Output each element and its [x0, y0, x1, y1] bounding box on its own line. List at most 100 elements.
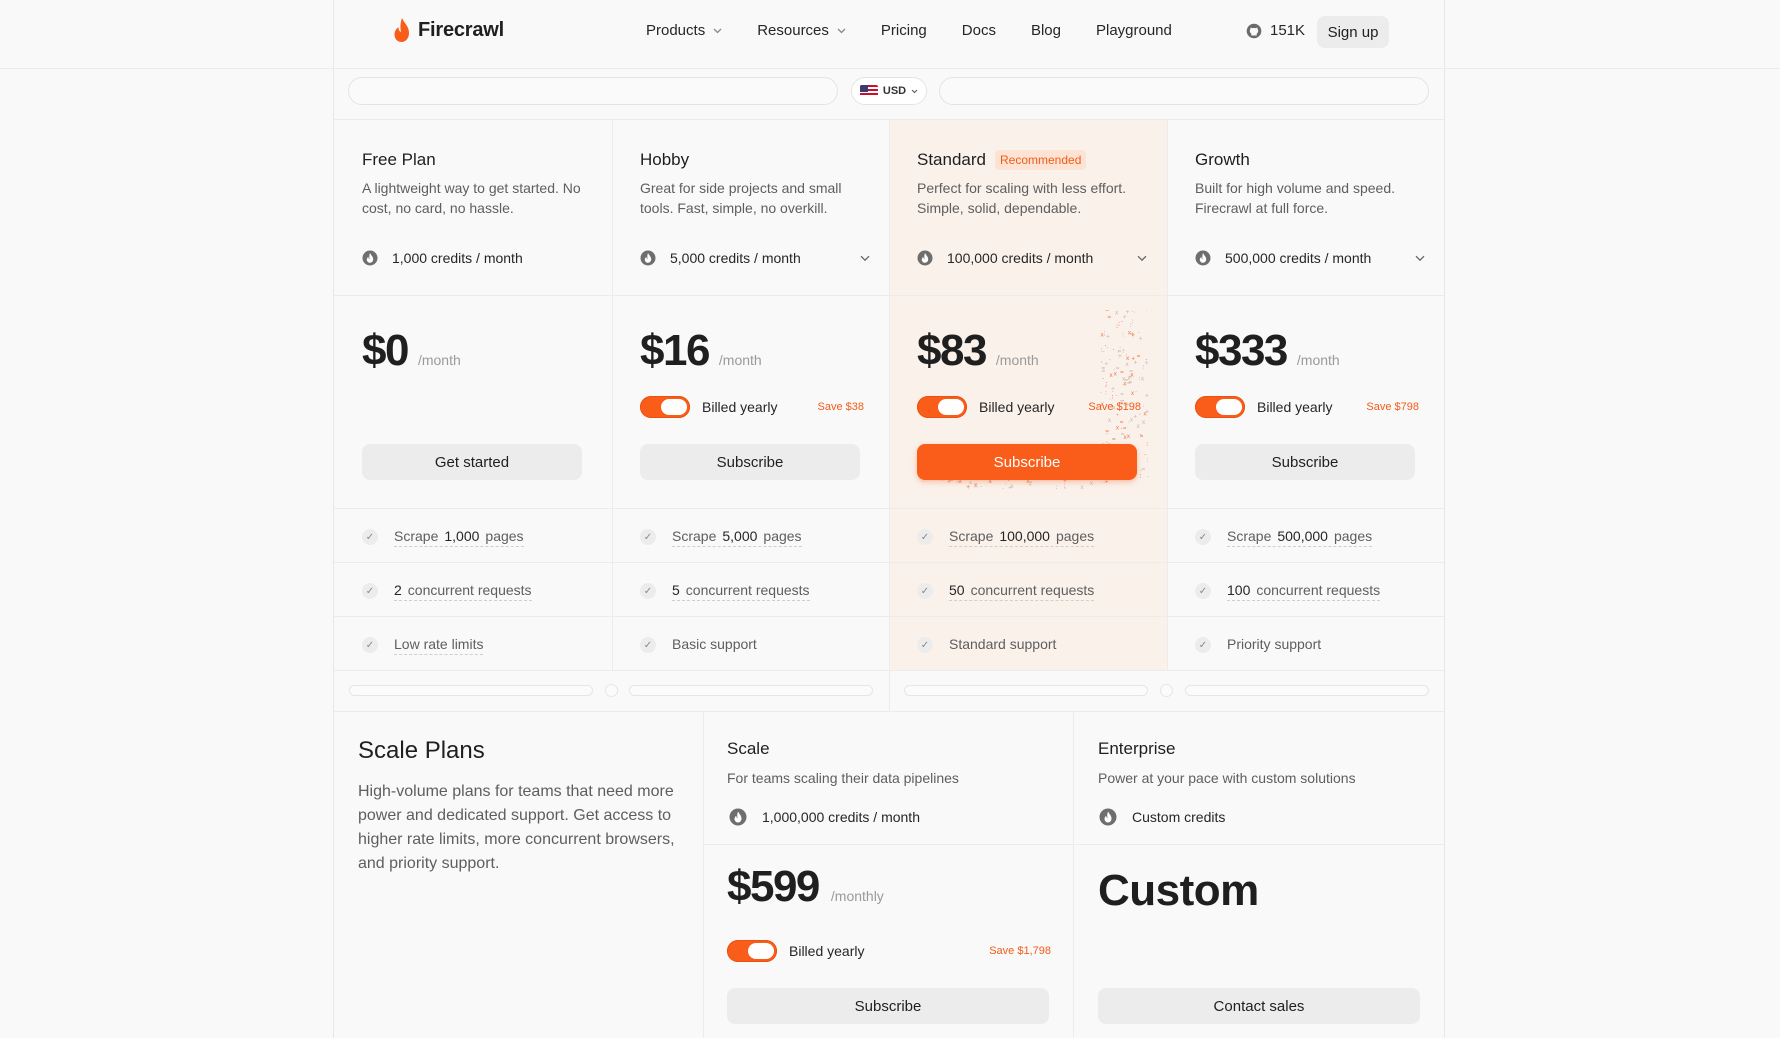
ascii-glyph: + [1123, 314, 1127, 321]
nav-resources[interactable]: Resources [757, 22, 846, 39]
check-icon: ✓ [1195, 529, 1211, 545]
credits-selector[interactable]: 500,000 credits / month [1195, 250, 1425, 266]
billed-yearly-toggle[interactable] [917, 396, 967, 418]
get-started-button[interactable]: Get started [362, 444, 582, 480]
save-amount: Save $38 [817, 401, 864, 413]
billing-row: Billed yearly Save $38 [640, 396, 864, 418]
ascii-glyph: = [1142, 466, 1146, 473]
check-icon: ✓ [917, 583, 933, 599]
plan-name: Free Plan [362, 150, 436, 170]
ascii-glyph: + [1104, 361, 1108, 368]
plan-name: Standard Recommended [917, 150, 1087, 170]
chevron-down-icon [911, 89, 918, 93]
nav-pricing[interactable]: Pricing [881, 22, 927, 39]
plan-description: Great for side projects and small tools.… [640, 180, 842, 216]
feature-text: Priority support [1227, 636, 1322, 652]
price-amount: $0 [362, 326, 409, 375]
ascii-glyph: + [1008, 485, 1012, 490]
scale-plan-name: Scale [727, 739, 770, 758]
chevron-down-icon[interactable] [1415, 255, 1425, 262]
plan-name: Growth [1195, 150, 1250, 170]
enterprise-plan-description: Power at your pace with custom solutions [1098, 770, 1356, 786]
billed-yearly-label: Billed yearly [979, 399, 1055, 415]
flame-icon [729, 808, 747, 826]
ascii-glyph: . [966, 483, 970, 490]
ascii-glyph: + [966, 484, 970, 490]
plan-price: $333/month [1195, 326, 1340, 376]
recommended-badge: Recommended [995, 150, 1087, 170]
row-divider [334, 562, 1444, 563]
credits-selector[interactable]: 100,000 credits / month [917, 250, 1147, 266]
ascii-glyph: - [1144, 451, 1148, 458]
ascii-glyph: : [1100, 347, 1104, 354]
row-divider [334, 508, 1444, 509]
top-nav: Firecrawl Products Resources Pricing Doc… [334, 0, 1444, 68]
plan-description: Perfect for scaling with less effort. Si… [917, 180, 1127, 216]
chevron-down-icon[interactable] [1137, 255, 1147, 262]
credits-label: 100,000 credits / month [947, 250, 1094, 266]
ascii-glyph: + [1139, 335, 1143, 342]
credits-selector[interactable]: 5,000 credits / month [640, 250, 870, 266]
credits-selector: 1,000 credits / month [362, 250, 592, 266]
feature-item: ✓ Basic support [640, 618, 757, 672]
us-flag-icon [859, 85, 878, 97]
nav-playground[interactable]: Playground [1096, 22, 1172, 39]
card-divider [1167, 120, 1168, 670]
billed-yearly-toggle[interactable] [1195, 396, 1245, 418]
ascii-glyph: . [1146, 472, 1149, 479]
card-divider [612, 120, 613, 670]
plan-card: Standard Recommended Perfect for scaling w… [889, 120, 1167, 670]
billed-yearly-label: Billed yearly [702, 399, 778, 415]
chevron-down-icon[interactable] [860, 255, 870, 262]
plan-description: Built for high volume and speed. Firecra… [1195, 180, 1396, 216]
ascii-glyph: = [1105, 428, 1109, 435]
ascii-glyph: - [979, 483, 983, 490]
check-icon: ✓ [1195, 583, 1211, 599]
ascii-glyph: x [1115, 310, 1119, 317]
subscribe-button[interactable]: Subscribe [917, 444, 1137, 480]
nav-blog[interactable]: Blog [1031, 22, 1061, 39]
feature-item: ✓ 5 concurrent requests [640, 564, 810, 618]
scale-plan-price: $599 /monthly [727, 862, 884, 912]
ascii-glyph: + [1145, 393, 1149, 400]
check-icon: ✓ [1195, 637, 1211, 653]
ascii-glyph: x [1127, 375, 1131, 382]
github-stars-link[interactable]: 151K [1246, 22, 1305, 39]
ascii-glyph: . [1001, 484, 1005, 490]
ascii-glyph: x [1010, 483, 1014, 490]
feature-item: ✓ Scrape 5,000 pages [640, 510, 802, 564]
feature-item: ✓ Scrape 1,000 pages [362, 510, 524, 564]
scale-billing-row: Billed yearly Save $1,798 [727, 940, 1051, 962]
ascii-glyph: . [1142, 402, 1146, 409]
feature-number: 1,000 [444, 527, 480, 544]
feature-item: ✓ Low rate limits [362, 618, 484, 672]
subscribe-button[interactable]: Subscribe [1195, 444, 1415, 480]
contact-sales-button[interactable]: Contact sales [1098, 988, 1420, 1024]
ascii-glyph: - [1139, 432, 1143, 439]
ascii-glyph: . [1128, 370, 1132, 377]
flame-icon [1195, 250, 1211, 266]
flame-icon [640, 250, 656, 266]
row-divider [334, 295, 1444, 296]
plan-description: A lightweight way to get started. No cos… [362, 180, 581, 216]
billed-yearly-toggle[interactable] [640, 396, 690, 418]
billed-yearly-toggle[interactable] [727, 940, 777, 962]
price-period: /month [718, 352, 762, 368]
ascii-glyph: + [1111, 386, 1115, 393]
ascii-glyph: . [1112, 345, 1116, 352]
ascii-glyph: = [1124, 377, 1128, 384]
subscribe-button[interactable]: Subscribe [640, 444, 860, 480]
ascii-glyph: : [1142, 364, 1146, 371]
nav-docs[interactable]: Docs [962, 22, 996, 39]
billed-yearly-label: Billed yearly [1257, 399, 1333, 415]
scale-subscribe-button[interactable]: Subscribe [727, 988, 1049, 1024]
currency-selector[interactable]: USD [851, 77, 927, 105]
ascii-glyph: = [1116, 365, 1120, 372]
ascii-glyph: = [1105, 310, 1109, 314]
brand-logo[interactable]: Firecrawl [392, 17, 504, 43]
signup-button[interactable]: Sign up [1317, 16, 1389, 48]
ascii-glyph: = [1102, 368, 1106, 375]
feature-item: ✓ Priority support [1195, 618, 1321, 672]
ascii-glyph: - [1134, 389, 1138, 396]
nav-products[interactable]: Products [646, 22, 722, 39]
